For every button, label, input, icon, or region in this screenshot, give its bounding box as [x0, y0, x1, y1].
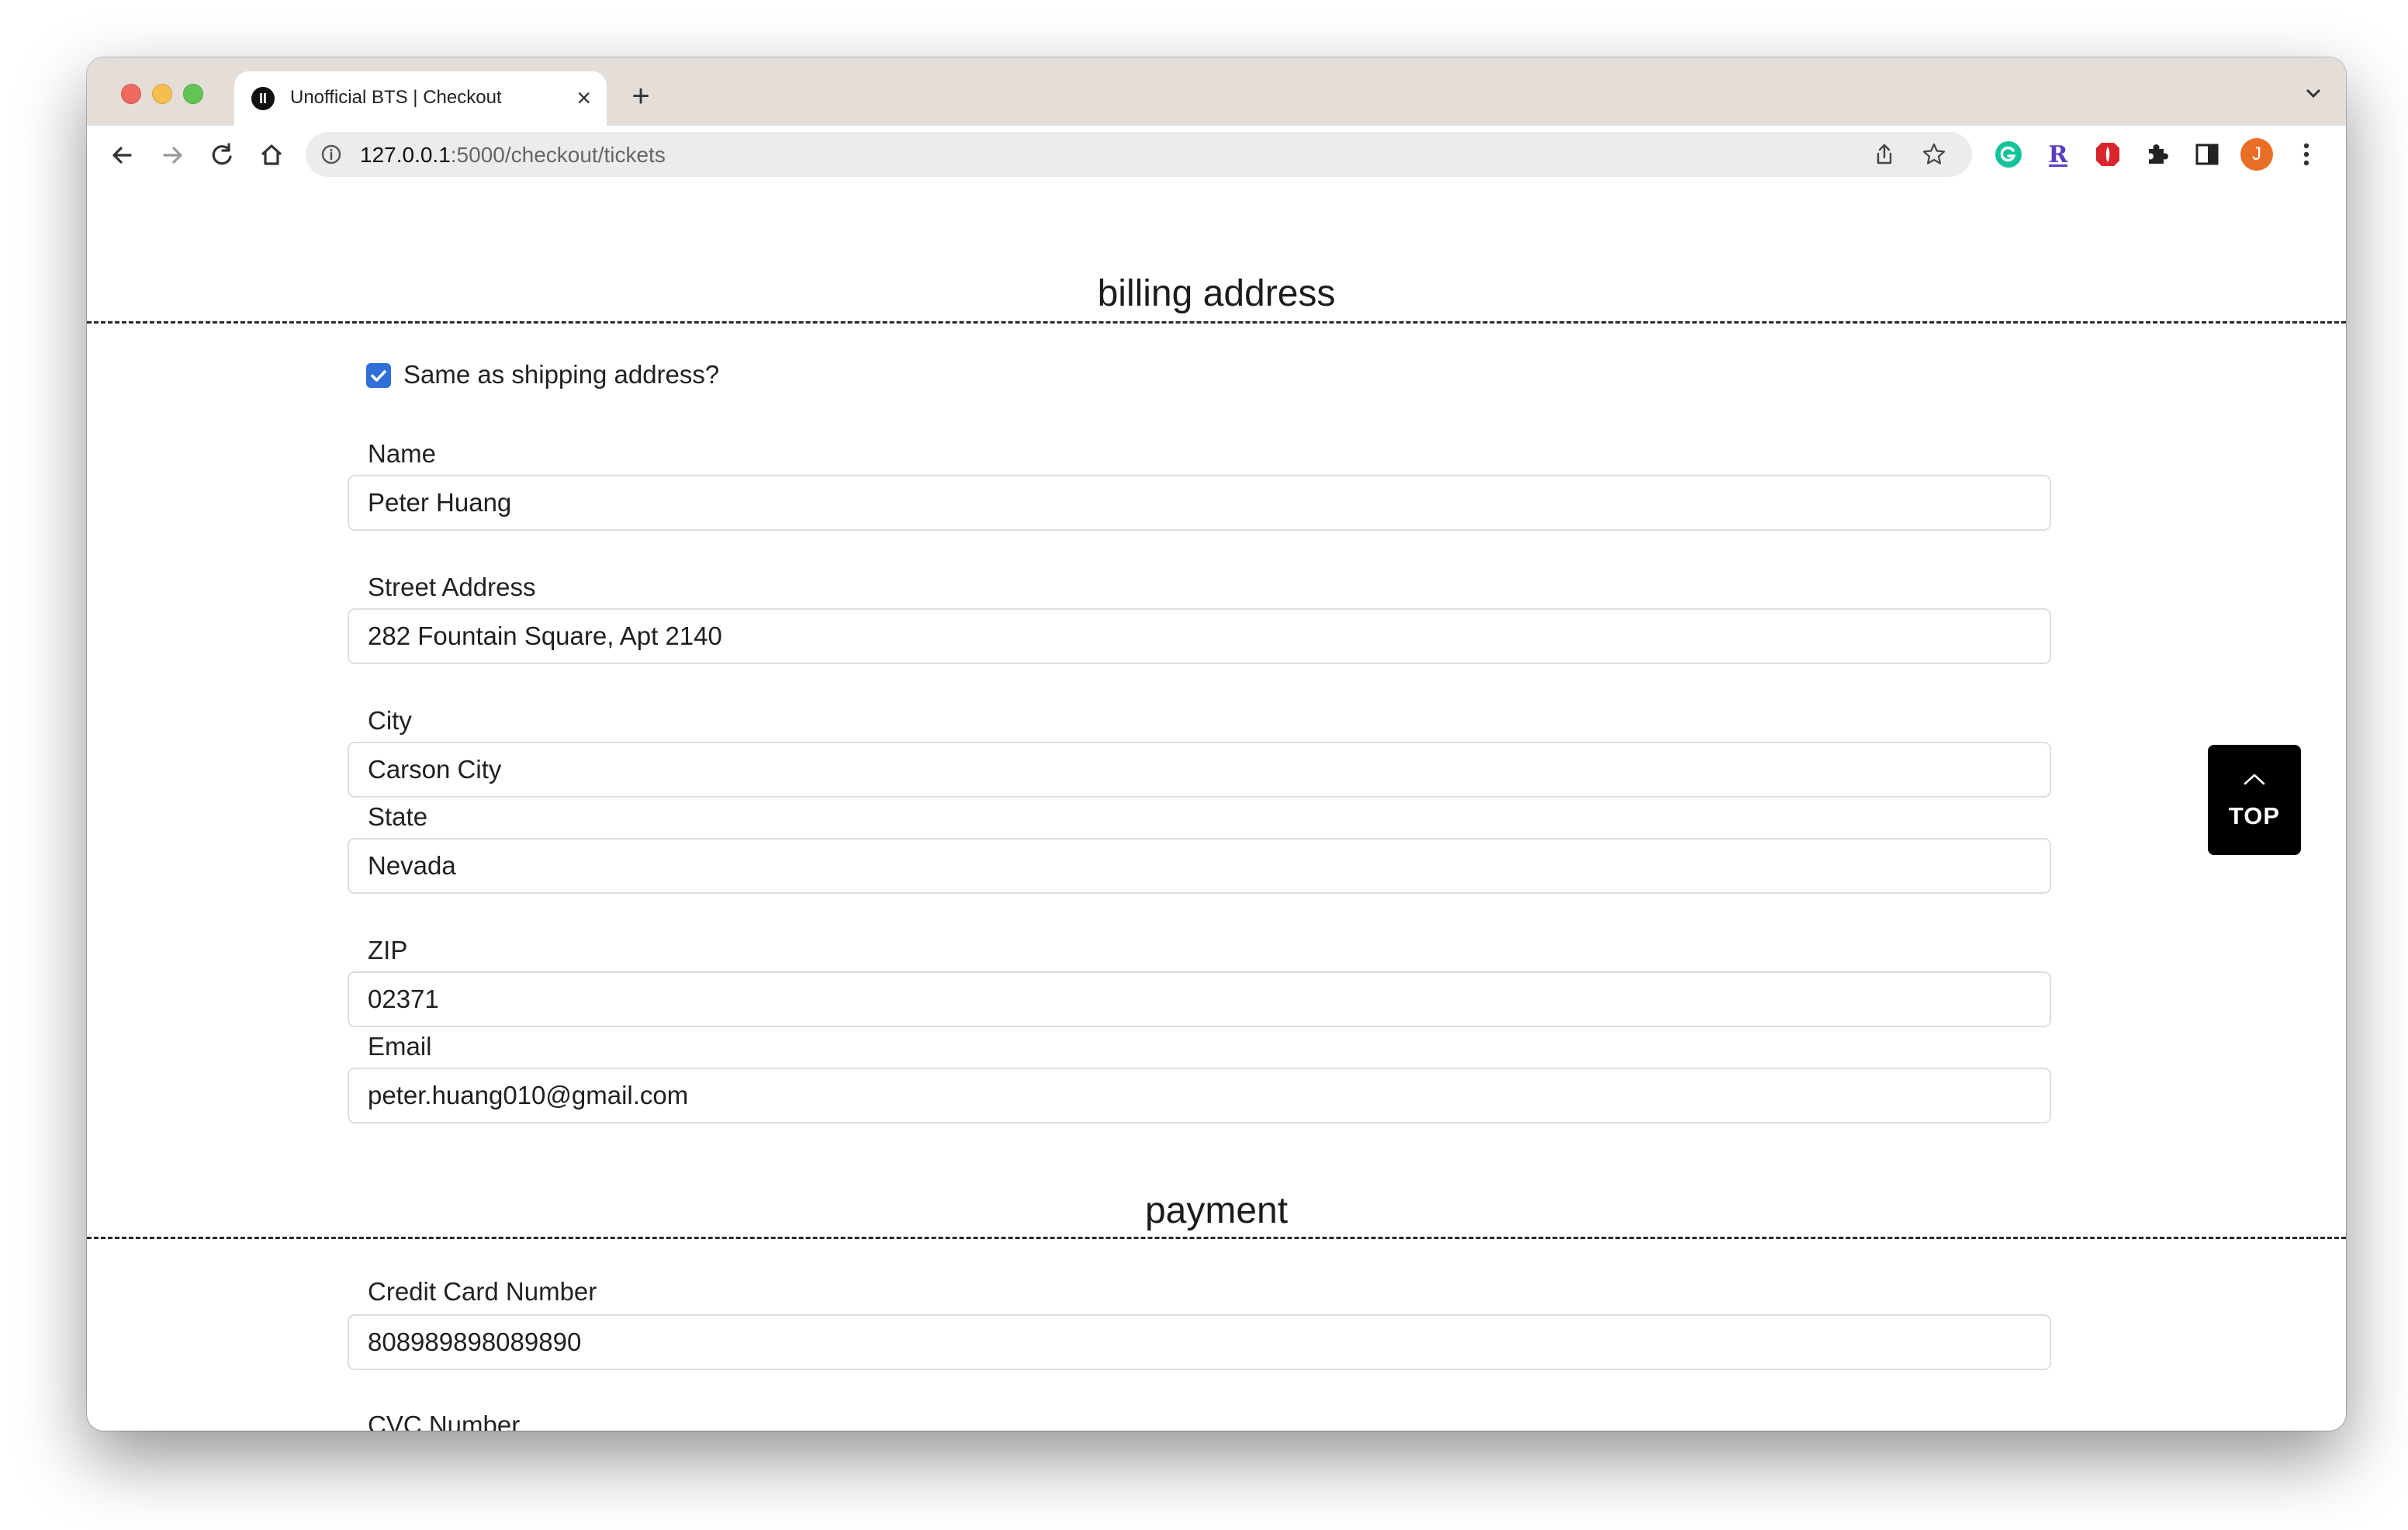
r-extension-icon[interactable]: R — [2040, 137, 2076, 172]
site-info-icon[interactable] — [320, 143, 343, 166]
billing-address-title: billing address — [1097, 273, 1336, 314]
share-icon[interactable] — [1871, 141, 1898, 168]
cvc-label: CVC Number — [368, 1411, 521, 1431]
city-input[interactable]: Carson City — [348, 742, 2051, 798]
zip-label: ZIP — [368, 936, 408, 964]
sidepanel-icon[interactable] — [2189, 137, 2225, 172]
browser-window: II Unofficial BTS | Checkout × + 127.0.0… — [87, 57, 2346, 1431]
minimize-window-button[interactable] — [152, 84, 172, 104]
tab-search-chevron-down-icon[interactable] — [2298, 78, 2329, 109]
forward-arrow-icon[interactable] — [155, 138, 189, 172]
grammarly-icon[interactable] — [1991, 137, 2026, 172]
home-icon[interactable] — [254, 138, 289, 172]
street-address-input[interactable]: 282 Fountain Square, Apt 2140 — [348, 608, 2051, 664]
payment-divider — [87, 1237, 2346, 1239]
state-label: State — [368, 802, 428, 831]
close-window-button[interactable] — [121, 84, 141, 104]
zoom-window-button[interactable] — [183, 84, 203, 104]
puzzle-icon[interactable] — [2140, 137, 2175, 172]
address-bar[interactable]: 127.0.0.1:5000/checkout/tickets — [306, 132, 1972, 177]
credit-card-label: Credit Card Number — [368, 1277, 597, 1306]
tab-bar: II Unofficial BTS | Checkout × + — [87, 57, 2346, 126]
zip-input[interactable]: 02371 — [348, 971, 2051, 1027]
top-button-label: TOP — [2228, 802, 2281, 829]
tab-title: Unofficial BTS | Checkout — [290, 87, 502, 108]
back-arrow-icon[interactable] — [106, 138, 140, 172]
email-label: Email — [368, 1032, 432, 1061]
site-favicon-icon: II — [251, 87, 275, 110]
scroll-to-top-button[interactable]: TOP — [2208, 745, 2301, 855]
street-address-label: Street Address — [368, 573, 536, 601]
active-tab[interactable]: II Unofficial BTS | Checkout × — [234, 71, 607, 126]
reload-icon[interactable] — [205, 138, 239, 172]
chevron-up-icon — [2244, 774, 2265, 785]
svg-text:R: R — [2049, 141, 2069, 168]
name-input[interactable]: Peter Huang — [348, 475, 2051, 531]
payment-title: payment — [1144, 1190, 1289, 1231]
profile-avatar[interactable]: J — [2240, 138, 2273, 171]
shield-extension-icon[interactable] — [2090, 137, 2126, 172]
state-input[interactable]: Nevada — [348, 838, 2051, 894]
name-label: Name — [368, 439, 437, 468]
tab-close-icon[interactable]: × — [576, 82, 591, 113]
billing-divider — [87, 321, 2346, 324]
kebab-menu-icon[interactable] — [2289, 137, 2324, 172]
url-text[interactable]: 127.0.0.1:5000/checkout/tickets — [360, 143, 666, 168]
browser-toolbar: 127.0.0.1:5000/checkout/tickets R J — [87, 126, 2346, 185]
page-content: billing address Same as shipping address… — [87, 183, 2346, 1431]
same-as-shipping-label[interactable]: Same as shipping address? — [403, 360, 719, 389]
bookmark-star-icon[interactable] — [1921, 141, 1947, 168]
email-input[interactable]: peter.huang010@gmail.com — [348, 1068, 2051, 1123]
same-as-shipping-checkbox[interactable] — [366, 363, 391, 388]
credit-card-input[interactable]: 808989898089890 — [348, 1314, 2051, 1370]
new-tab-button[interactable]: + — [622, 78, 659, 115]
city-label: City — [368, 706, 412, 735]
